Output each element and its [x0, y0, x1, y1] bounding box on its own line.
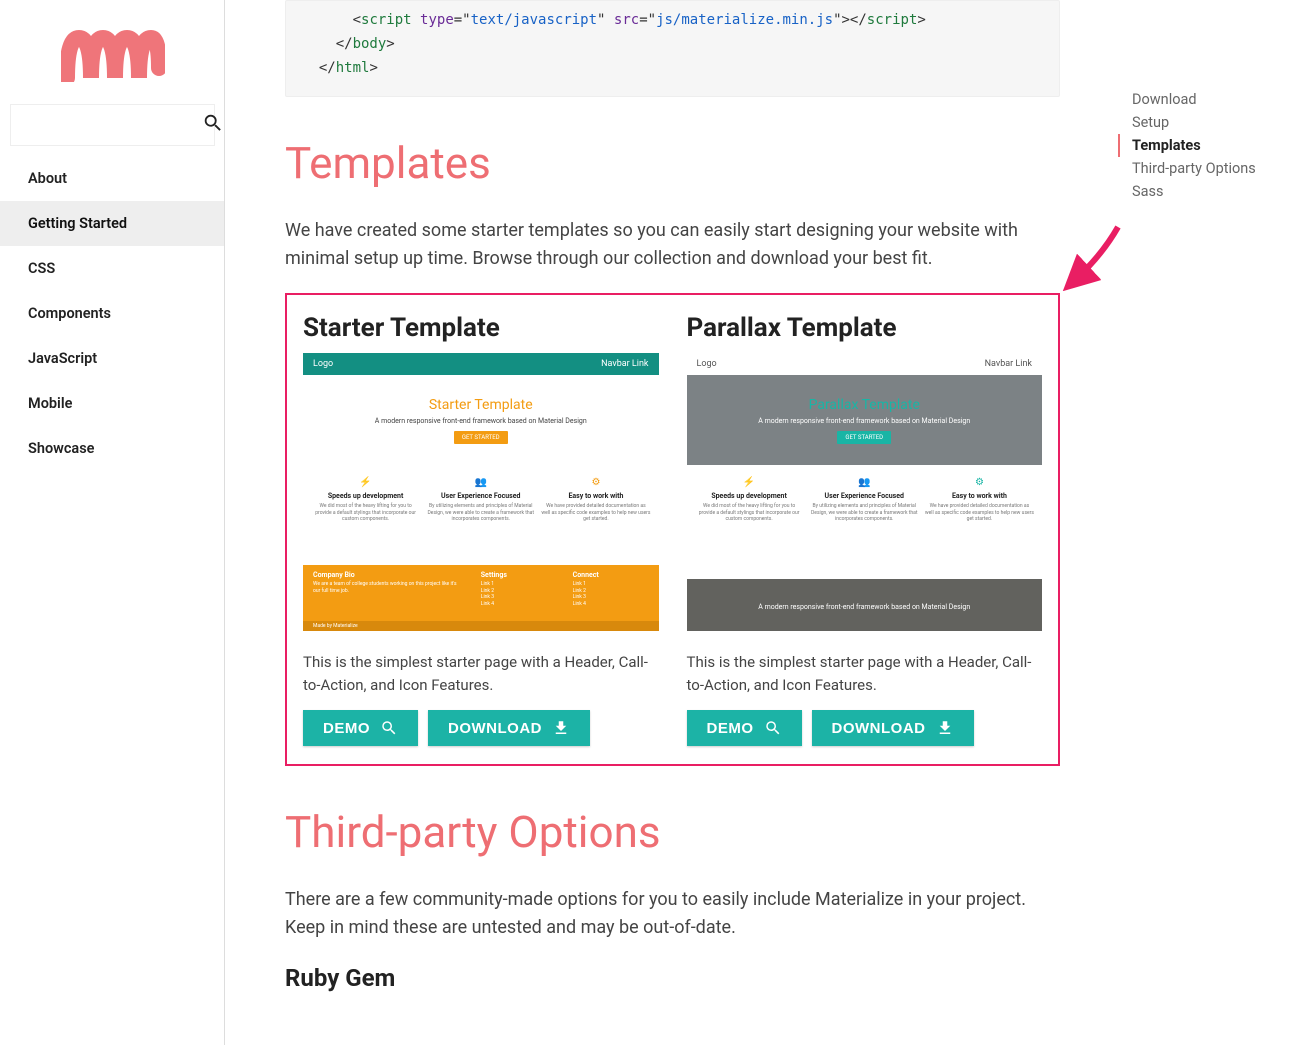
thumb-logo: Logo — [313, 359, 333, 369]
starter-download-button[interactable]: DOWNLOAD — [428, 710, 590, 746]
templates-heading: Templates — [285, 137, 1060, 189]
parallax-demo-button[interactable]: DEMO — [687, 710, 802, 746]
toc-setup[interactable]: Setup — [1118, 111, 1310, 134]
main-content: <script type="text/javascript" src="js/m… — [225, 0, 1100, 1045]
nav-getting-started[interactable]: Getting Started — [0, 201, 225, 246]
flash-icon: ⚡ — [695, 477, 804, 488]
code-block: <script type="text/javascript" src="js/m… — [285, 0, 1060, 97]
thumb-logo: Logo — [697, 359, 717, 369]
thumb-navlink: Navbar Link — [985, 359, 1032, 369]
logo[interactable] — [0, 0, 225, 104]
parallax-download-button[interactable]: DOWNLOAD — [812, 710, 974, 746]
templates-box: Starter Template Logo Navbar Link Starte… — [285, 293, 1060, 766]
nav-javascript[interactable]: JavaScript — [0, 336, 225, 381]
nav-mobile[interactable]: Mobile — [0, 381, 225, 426]
thumb-navlink: Navbar Link — [601, 359, 648, 369]
nav-about[interactable]: About — [0, 156, 225, 201]
nav-showcase[interactable]: Showcase — [0, 426, 225, 471]
search-box[interactable] — [10, 104, 215, 146]
settings-icon: ⚙ — [925, 477, 1034, 488]
settings-icon: ⚙ — [541, 477, 650, 488]
template-starter-desc: This is the simplest starter page with a… — [303, 651, 659, 696]
template-parallax: Parallax Template Logo Navbar Link Paral… — [687, 313, 1043, 746]
toc: Download Setup Templates Third-party Opt… — [1100, 0, 1310, 1045]
templates-desc: We have created some starter templates s… — [285, 217, 1060, 273]
template-parallax-thumb[interactable]: Logo Navbar Link Parallax Template A mod… — [687, 353, 1043, 631]
nav-css[interactable]: CSS — [0, 246, 225, 291]
template-starter-title: Starter Template — [303, 313, 659, 343]
ruby-gem-heading: Ruby Gem — [285, 964, 1060, 992]
search-icon — [380, 719, 398, 737]
nav-components[interactable]: Components — [0, 291, 225, 336]
toc-sass[interactable]: Sass — [1118, 180, 1310, 203]
group-icon: 👥 — [810, 477, 919, 488]
search-icon — [202, 112, 224, 138]
template-starter: Starter Template Logo Navbar Link Starte… — [303, 313, 659, 746]
thirdparty-desc: There are a few community-made options f… — [285, 886, 1060, 942]
toc-download[interactable]: Download — [1118, 88, 1310, 111]
download-icon — [552, 719, 570, 737]
flash-icon: ⚡ — [311, 477, 420, 488]
toc-templates[interactable]: Templates — [1118, 134, 1310, 157]
toc-third-party[interactable]: Third-party Options — [1118, 157, 1310, 180]
template-parallax-desc: This is the simplest starter page with a… — [687, 651, 1043, 696]
search-input[interactable] — [21, 117, 202, 133]
thirdparty-heading: Third-party Options — [285, 806, 1060, 858]
download-icon — [936, 719, 954, 737]
sidebar: About Getting Started CSS Components Jav… — [0, 0, 225, 1045]
search-icon — [764, 719, 782, 737]
template-parallax-title: Parallax Template — [687, 313, 1043, 343]
starter-demo-button[interactable]: DEMO — [303, 710, 418, 746]
template-starter-thumb[interactable]: Logo Navbar Link Starter Template A mode… — [303, 353, 659, 631]
group-icon: 👥 — [426, 477, 535, 488]
